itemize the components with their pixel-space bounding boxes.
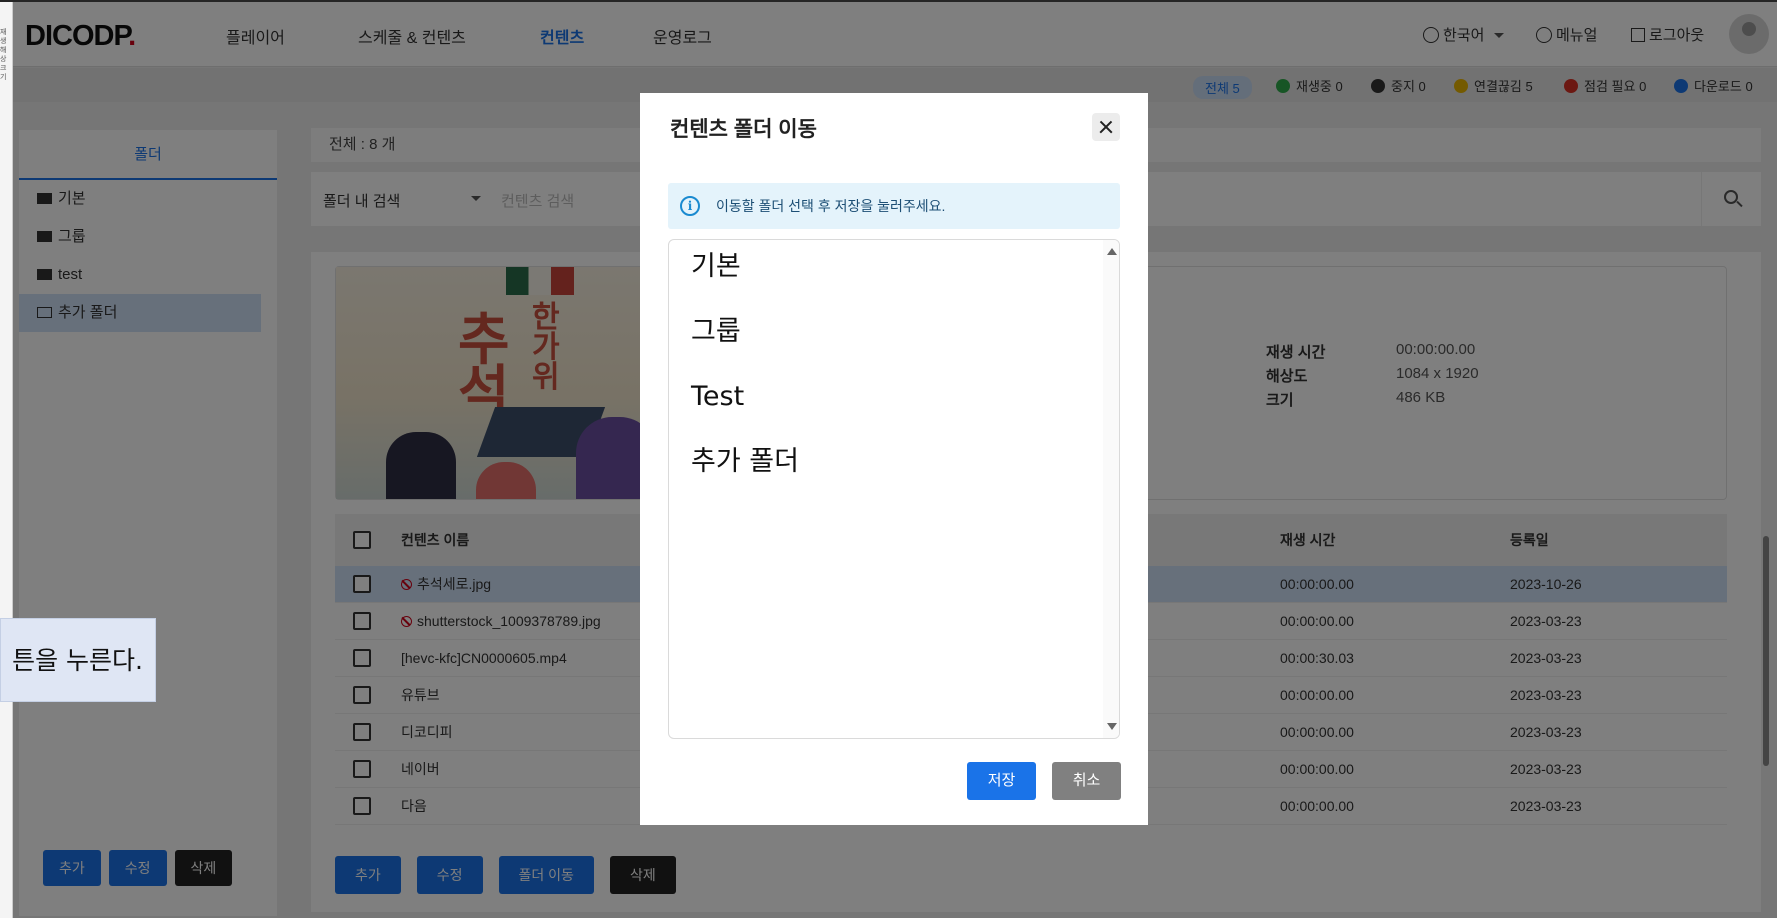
folder-option-group[interactable]: 그룹	[669, 305, 1119, 370]
move-folder-dialog: 컨텐츠 폴더 이동 i 이동할 폴더 선택 후 저장을 눌러주세요. 기본 그룹…	[640, 93, 1148, 825]
instruction-callout: 튼을 누른다.	[0, 618, 156, 702]
folder-option-basic[interactable]: 기본	[669, 240, 1119, 305]
folder-option-test[interactable]: Test	[669, 370, 1119, 435]
cancel-button[interactable]: 취소	[1052, 762, 1121, 800]
folder-option-added[interactable]: 추가 폴더	[669, 435, 1119, 500]
scroll-down-icon[interactable]	[1107, 723, 1117, 730]
scroll-up-icon[interactable]	[1107, 248, 1117, 255]
folder-list-scrollbar[interactable]	[1103, 240, 1119, 738]
close-icon[interactable]	[1092, 113, 1120, 141]
save-button[interactable]: 저장	[967, 762, 1036, 800]
background-window-edge: 재생 해상 크기	[0, 2, 13, 918]
info-icon: i	[680, 196, 700, 216]
dialog-title: 컨텐츠 폴더 이동	[670, 118, 817, 141]
folder-tree: 기본 그룹 Test 추가 폴더	[668, 239, 1120, 739]
info-message: i 이동할 폴더 선택 후 저장을 눌러주세요.	[668, 183, 1120, 229]
